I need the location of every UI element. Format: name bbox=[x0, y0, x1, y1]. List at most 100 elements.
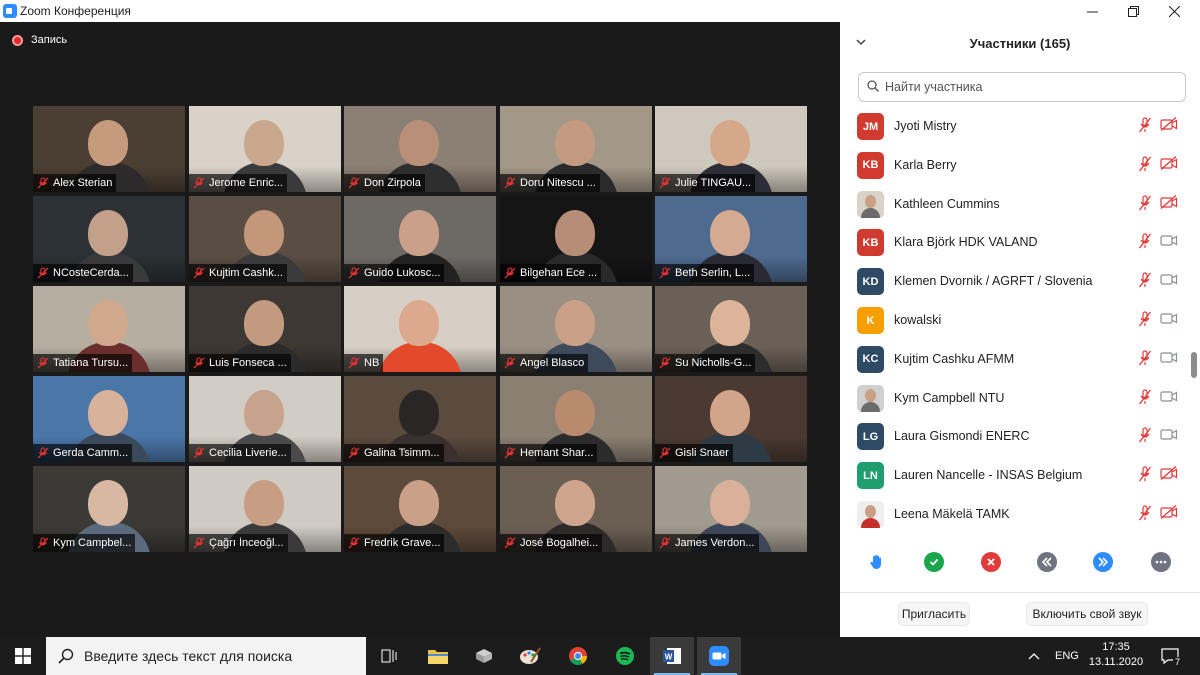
video-tile[interactable]: Tatiana Tursu... bbox=[33, 286, 185, 372]
yes-checkmark-icon[interactable] bbox=[924, 552, 944, 572]
video-tile[interactable]: José Bogalhei... bbox=[500, 466, 652, 552]
start-button[interactable] bbox=[0, 637, 46, 675]
scanner-app-icon[interactable] bbox=[462, 637, 506, 675]
participant-head bbox=[710, 480, 750, 526]
participant-search-input[interactable] bbox=[885, 80, 1165, 94]
participant-row[interactable]: Kathleen Cummins bbox=[840, 186, 1190, 224]
clock[interactable]: 17:35 13.11.2020 bbox=[1088, 640, 1144, 670]
no-cross-icon[interactable] bbox=[981, 552, 1001, 572]
go-faster-icon[interactable] bbox=[1093, 552, 1113, 572]
spotify-icon[interactable] bbox=[603, 637, 647, 675]
participant-row[interactable]: JM Jyoti Mistry bbox=[840, 108, 1190, 146]
more-options-icon[interactable] bbox=[1151, 552, 1171, 572]
paint-app-icon[interactable] bbox=[508, 637, 552, 675]
chrome-icon[interactable] bbox=[556, 637, 600, 675]
video-tile[interactable]: Alex Sterian bbox=[33, 106, 185, 192]
participant-search[interactable] bbox=[858, 72, 1186, 102]
video-camera-icon bbox=[1160, 427, 1178, 445]
participant-status-icons bbox=[1138, 350, 1178, 368]
video-tile[interactable]: Galina Tsimm... bbox=[344, 376, 496, 462]
video-namebar: José Bogalhei... bbox=[500, 534, 603, 552]
video-tile[interactable]: NB bbox=[344, 286, 496, 372]
participant-row[interactable]: LG Laura Gismondi ENERC bbox=[840, 418, 1190, 456]
participant-row[interactable]: LN Lauren Nancelle - INSAS Belgium bbox=[840, 457, 1190, 495]
video-tile[interactable]: Bilgehan Ece ... bbox=[500, 196, 652, 282]
participant-row[interactable]: Leena Mäkelä TAMK bbox=[840, 496, 1190, 534]
video-participant-name: Cecilia Liverie... bbox=[209, 447, 287, 459]
participant-status-icons bbox=[1138, 117, 1178, 135]
video-namebar: Kujtim Cashk... bbox=[189, 264, 287, 282]
participant-name: Kym Campbell NTU bbox=[894, 390, 1005, 405]
video-tile[interactable]: Çağrı İnceoğl... bbox=[189, 466, 341, 552]
participant-head bbox=[244, 210, 284, 256]
video-tile[interactable]: Cecilia Liverie... bbox=[189, 376, 341, 462]
search-icon bbox=[867, 79, 879, 95]
participant-row[interactable]: KB Karla Berry bbox=[840, 147, 1190, 185]
video-tile[interactable]: Gerda Camm... bbox=[33, 376, 185, 462]
muted-mic-icon bbox=[37, 357, 49, 369]
file-explorer-icon[interactable] bbox=[416, 637, 460, 675]
video-tile[interactable]: Kym Campbel... bbox=[33, 466, 185, 552]
raise-hand-icon[interactable] bbox=[867, 552, 887, 572]
participant-head bbox=[555, 300, 595, 346]
participant-head bbox=[244, 390, 284, 436]
participants-scrollbar[interactable] bbox=[1191, 352, 1197, 378]
video-tile[interactable]: Julie TINGAU... bbox=[655, 106, 807, 192]
word-icon[interactable]: W bbox=[650, 637, 694, 675]
muted-mic-icon bbox=[1138, 427, 1152, 445]
close-button[interactable] bbox=[1154, 0, 1194, 22]
video-tile[interactable]: Luis Fonseca ... bbox=[189, 286, 341, 372]
tray-expand-chevron-icon[interactable] bbox=[1028, 637, 1040, 675]
video-tile[interactable]: Gisli Snaer bbox=[655, 376, 807, 462]
muted-mic-icon bbox=[37, 177, 49, 189]
video-tile[interactable]: Hemant Shar... bbox=[500, 376, 652, 462]
video-namebar: Bilgehan Ece ... bbox=[500, 264, 602, 282]
participant-row[interactable]: Kym Campbell NTU bbox=[840, 380, 1190, 418]
participant-status-icons bbox=[1138, 233, 1178, 251]
participant-head bbox=[244, 300, 284, 346]
video-tile[interactable]: Fredrik Grave... bbox=[344, 466, 496, 552]
participant-row[interactable]: Kkowalski bbox=[840, 302, 1190, 340]
muted-mic-icon bbox=[504, 357, 516, 369]
unmute-button[interactable]: Включить свой звук bbox=[1026, 602, 1148, 626]
video-tile[interactable]: Kujtim Cashk... bbox=[189, 196, 341, 282]
zoom-taskbar-icon[interactable] bbox=[697, 637, 741, 675]
invite-button[interactable]: Пригласить bbox=[898, 602, 970, 626]
video-camera-icon bbox=[1160, 389, 1178, 407]
video-camera-icon bbox=[1160, 311, 1178, 329]
participant-row[interactable]: KC Kujtim Cashku AFMM bbox=[840, 341, 1190, 379]
participant-row[interactable]: KB Klara Björk HDK VALAND bbox=[840, 224, 1190, 262]
meeting-view: Запись Alex Sterian Jerome Enric... Don Zi… bbox=[0, 22, 840, 637]
video-tile[interactable]: Angel Blasco bbox=[500, 286, 652, 372]
video-tile[interactable]: Doru Nitescu ... bbox=[500, 106, 652, 192]
video-tile[interactable]: Su Nicholls-G... bbox=[655, 286, 807, 372]
video-namebar: Galina Tsimm... bbox=[344, 444, 444, 462]
notifications-button[interactable]: 7 bbox=[1160, 637, 1183, 675]
muted-mic-icon bbox=[1138, 466, 1152, 484]
recording-indicator[interactable]: Запись bbox=[12, 34, 67, 46]
notifications-count: 7 bbox=[1173, 657, 1183, 667]
video-participant-name: Gerda Camm... bbox=[53, 447, 129, 459]
language-indicator[interactable]: ENG bbox=[1055, 637, 1079, 675]
video-tile[interactable]: NCosteCerda... bbox=[33, 196, 185, 282]
video-tile[interactable]: James Verdon... bbox=[655, 466, 807, 552]
video-tile[interactable]: Guido Lukosc... bbox=[344, 196, 496, 282]
task-view-icon[interactable] bbox=[368, 637, 412, 675]
participant-status-icons bbox=[1138, 505, 1178, 523]
restore-button[interactable] bbox=[1113, 0, 1153, 22]
video-participant-name: Fredrik Grave... bbox=[364, 537, 441, 549]
participant-head bbox=[710, 390, 750, 436]
video-tile[interactable]: Jerome Enric... bbox=[189, 106, 341, 192]
video-tile[interactable]: Beth Serlin, L... bbox=[655, 196, 807, 282]
video-tile[interactable]: Don Zirpola bbox=[344, 106, 496, 192]
avatar: KB bbox=[857, 151, 884, 179]
taskbar-search[interactable] bbox=[46, 637, 366, 675]
go-slower-icon[interactable] bbox=[1037, 552, 1057, 572]
taskbar-search-input[interactable] bbox=[84, 648, 354, 664]
minimize-button[interactable] bbox=[1072, 0, 1112, 22]
avatar-photo-body bbox=[861, 518, 880, 528]
muted-mic-icon bbox=[193, 537, 205, 549]
participant-row[interactable]: KD Klemen Dvornik / AGRFT / Slovenia bbox=[840, 263, 1190, 301]
video-participant-name: Su Nicholls-G... bbox=[675, 357, 752, 369]
video-participant-name: NB bbox=[364, 357, 380, 369]
